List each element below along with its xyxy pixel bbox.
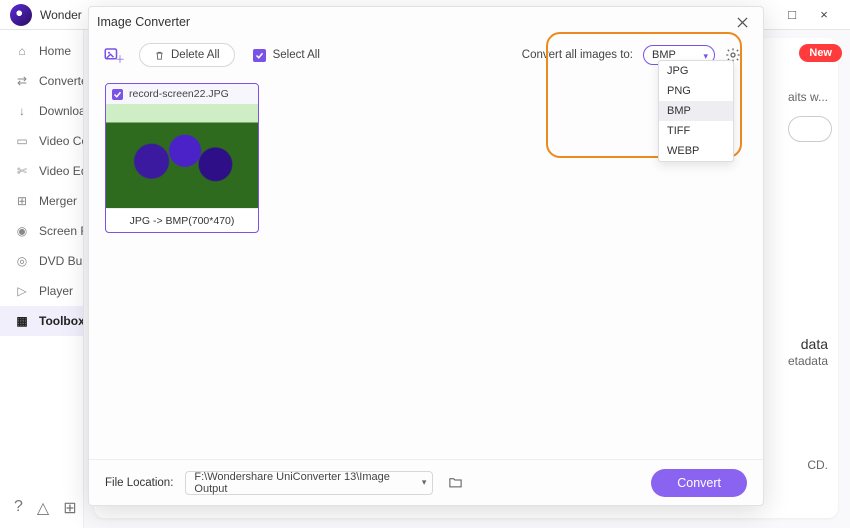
- close-icon: [737, 17, 748, 28]
- new-badge: New: [799, 44, 842, 62]
- thumbnail-filename: record-screen22.JPG: [129, 88, 229, 100]
- help-icon[interactable]: ?: [14, 498, 23, 518]
- select-all-label: Select All: [273, 49, 320, 61]
- dvd-icon: ◎: [14, 253, 30, 269]
- sidebar-item-player[interactable]: ▷ Player: [0, 276, 83, 306]
- format-option-jpg[interactable]: JPG: [659, 61, 733, 81]
- thumbnail-preview: [106, 104, 258, 208]
- image-thumbnail[interactable]: record-screen22.JPG JPG -> BMP(700*470): [105, 83, 259, 233]
- format-option-tiff[interactable]: TIFF: [659, 121, 733, 141]
- delete-all-label: Delete All: [171, 49, 220, 61]
- bg-peek-sub: etadata: [788, 354, 828, 368]
- window-maximize-button[interactable]: □: [776, 1, 808, 29]
- modal-close-button[interactable]: [731, 11, 753, 33]
- toolbox-icon: ▦: [14, 313, 30, 329]
- file-location-label: File Location:: [105, 477, 173, 489]
- sidebar-item-label: Merger: [39, 194, 77, 208]
- sidebar-item-home[interactable]: ⌂ Home: [0, 36, 83, 66]
- merger-icon: ⊞: [14, 193, 30, 209]
- sidebar-item-downloader[interactable]: ↓ Downloader: [0, 96, 83, 126]
- sidebar-item-label: Home: [39, 44, 71, 58]
- format-option-webp[interactable]: WEBP: [659, 141, 733, 161]
- modal-title: Image Converter: [97, 15, 190, 29]
- sidebar-item-label: Screen Recorder: [39, 224, 83, 238]
- window-close-button[interactable]: ×: [808, 1, 840, 29]
- screen-record-icon: ◉: [14, 223, 30, 239]
- select-all-checkbox[interactable]: Select All: [253, 49, 320, 62]
- player-icon: ▷: [14, 283, 30, 299]
- sidebar-item-toolbox[interactable]: ▦ Toolbox: [0, 306, 83, 336]
- bg-peek-button[interactable]: [788, 116, 832, 142]
- home-icon: ⌂: [14, 43, 30, 59]
- sidebar-item-video-editor[interactable]: ✄ Video Editor: [0, 156, 83, 186]
- bg-peek-heading: data: [801, 336, 828, 352]
- sidebar-item-label: Downloader: [39, 104, 83, 118]
- chevron-down-icon: ▾: [422, 477, 427, 488]
- sidebar-item-dvd-burner[interactable]: ◎ DVD Burner: [0, 246, 83, 276]
- bg-peek-text: aits w...: [788, 90, 828, 104]
- app-title: Wonder: [40, 8, 82, 22]
- download-icon: ↓: [14, 103, 30, 119]
- sidebar-item-converter[interactable]: ⇄ Converter: [0, 66, 83, 96]
- grid-icon[interactable]: ⊞: [63, 498, 76, 518]
- trash-icon: [154, 50, 165, 61]
- app-logo-icon: [10, 4, 32, 26]
- file-location-path: F:\Wondershare UniConverter 13\Image Out…: [194, 471, 412, 495]
- sidebar-item-screen-recorder[interactable]: ◉ Screen Recorder: [0, 216, 83, 246]
- sidebar-item-merger[interactable]: ⊞ Merger: [0, 186, 83, 216]
- sidebar: ⌂ Home ⇄ Converter ↓ Downloader ▭ Video Comp…: [0, 30, 84, 528]
- delete-all-button[interactable]: Delete All: [139, 43, 235, 67]
- open-folder-button[interactable]: [445, 473, 465, 493]
- folder-icon: [448, 475, 463, 490]
- sidebar-item-label: Converter: [39, 74, 83, 88]
- convert-button[interactable]: Convert: [651, 469, 747, 497]
- add-image-button[interactable]: ＋: [103, 46, 121, 64]
- sidebar-item-label: Video Editor: [39, 164, 83, 178]
- bg-peek-bottom: CD.: [807, 458, 828, 472]
- video-compress-icon: ▭: [14, 133, 30, 149]
- checkbox-icon: [253, 49, 266, 62]
- sidebar-item-label: DVD Burner: [39, 254, 83, 268]
- sidebar-item-label: Video Compressor: [39, 134, 83, 148]
- checkbox-icon: [112, 89, 123, 100]
- format-dropdown: JPG PNG BMP TIFF WEBP: [658, 60, 734, 162]
- converter-icon: ⇄: [14, 73, 30, 89]
- plus-icon: ＋: [115, 51, 125, 66]
- sidebar-item-label: Player: [39, 284, 73, 298]
- sidebar-item-video-compressor[interactable]: ▭ Video Compressor: [0, 126, 83, 156]
- format-option-bmp[interactable]: BMP: [659, 101, 733, 121]
- sidebar-item-label: Toolbox: [39, 314, 83, 328]
- format-option-png[interactable]: PNG: [659, 81, 733, 101]
- file-location-select[interactable]: F:\Wondershare UniConverter 13\Image Out…: [185, 471, 433, 495]
- bell-icon[interactable]: △: [37, 498, 49, 518]
- scissors-icon: ✄: [14, 163, 30, 179]
- convert-to-label: Convert all images to:: [522, 49, 633, 61]
- thumbnail-conversion-info: JPG -> BMP(700*470): [106, 208, 258, 232]
